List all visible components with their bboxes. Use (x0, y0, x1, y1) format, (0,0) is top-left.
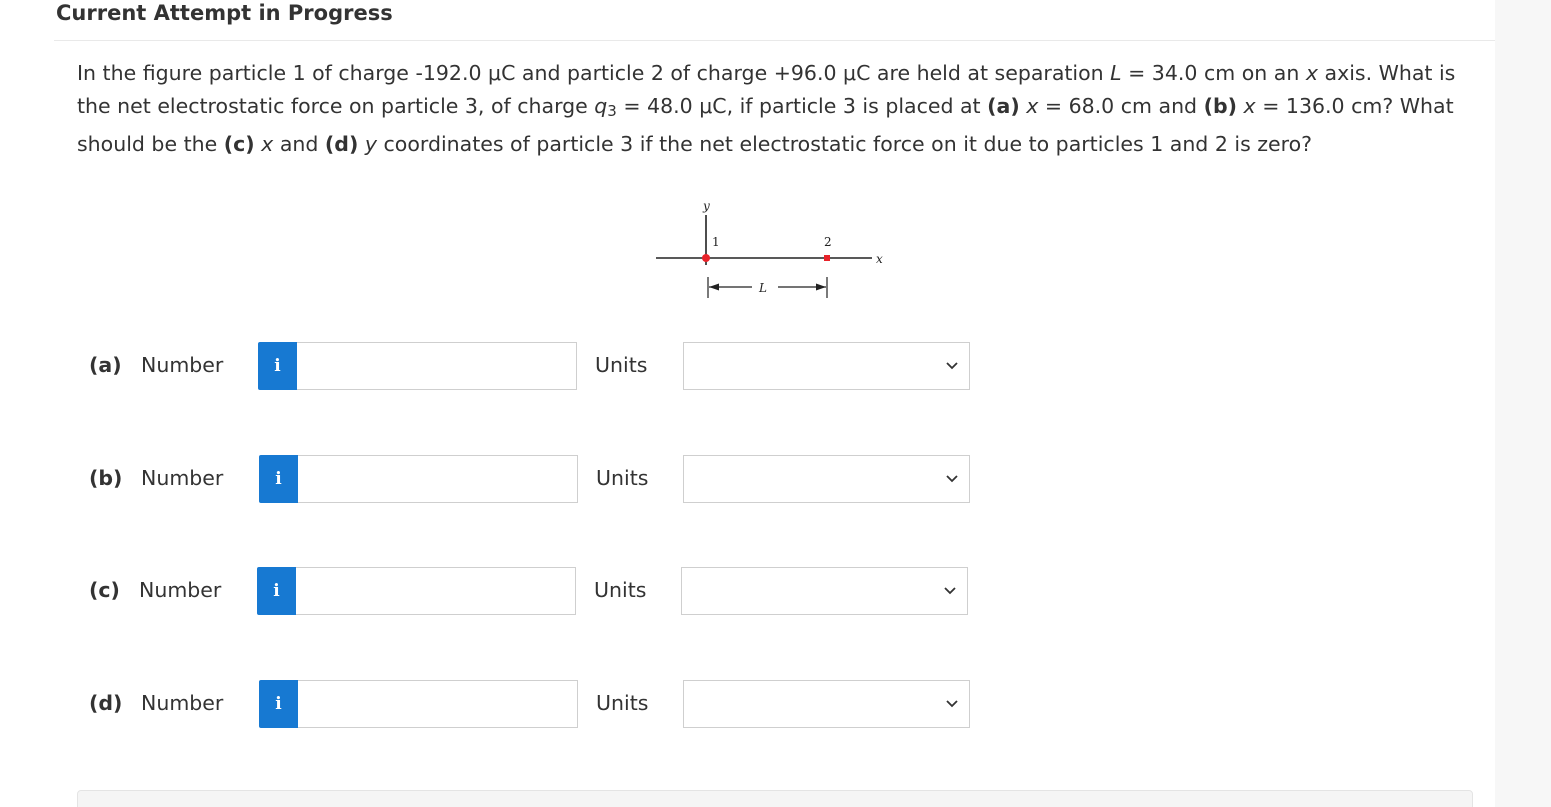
answer-row-b: (b) Number i Units (0, 455, 1000, 505)
units-label: Units (594, 578, 647, 602)
charge-figure: y x 1 2 L (656, 199, 883, 298)
attempt-title: Current Attempt in Progress (56, 1, 393, 25)
chevron-down-icon (946, 700, 958, 708)
units-label: Units (596, 691, 649, 715)
info-icon-button[interactable]: i (259, 455, 298, 503)
page: Current Attempt in Progress In the figur… (0, 0, 1551, 807)
info-icon-button[interactable]: i (259, 680, 298, 728)
chevron-down-icon (946, 362, 958, 370)
number-label: Number (139, 578, 222, 602)
bottom-panel (77, 790, 1473, 807)
units-select-c[interactable] (681, 567, 968, 615)
number-input-b[interactable] (298, 455, 578, 503)
units-select-a[interactable] (683, 342, 970, 390)
units-label: Units (595, 353, 648, 377)
info-icon: i (275, 469, 282, 489)
particle-2-label: 2 (824, 235, 832, 249)
answer-row-d: (d) Number i Units (0, 680, 1000, 730)
number-label: Number (141, 691, 224, 715)
units-select-d[interactable] (683, 680, 970, 728)
info-icon-button[interactable]: i (257, 567, 296, 615)
part-label: (b) (89, 466, 123, 490)
chevron-down-icon (946, 475, 958, 483)
units-select-b[interactable] (683, 455, 970, 503)
number-input-c[interactable] (296, 567, 576, 615)
dim-arrow-right (816, 283, 826, 291)
part-label: (d) (89, 691, 123, 715)
answer-row-c: (c) Number i Units (0, 567, 1000, 617)
dim-arrow-left (709, 283, 719, 291)
units-label: Units (596, 466, 649, 490)
number-label: Number (141, 353, 224, 377)
particle-1-label: 1 (712, 235, 720, 249)
chevron-down-icon (944, 587, 956, 595)
answer-row-a: (a) Number i Units (0, 342, 1000, 392)
divider (54, 40, 1495, 41)
info-icon: i (274, 356, 281, 376)
question-text: In the figure particle 1 of charge -192.… (77, 61, 1456, 156)
right-gutter (1495, 0, 1551, 807)
number-label: Number (141, 466, 224, 490)
part-label: (c) (89, 578, 120, 602)
particle-2 (824, 255, 830, 261)
particle-1 (702, 254, 710, 262)
part-label: (a) (89, 353, 122, 377)
y-axis-label: y (702, 199, 710, 213)
number-input-a[interactable] (297, 342, 577, 390)
info-icon: i (273, 581, 280, 601)
info-icon: i (275, 694, 282, 714)
info-icon-button[interactable]: i (258, 342, 297, 390)
x-axis-label: x (876, 252, 883, 266)
number-input-d[interactable] (298, 680, 578, 728)
separation-label: L (758, 281, 767, 295)
